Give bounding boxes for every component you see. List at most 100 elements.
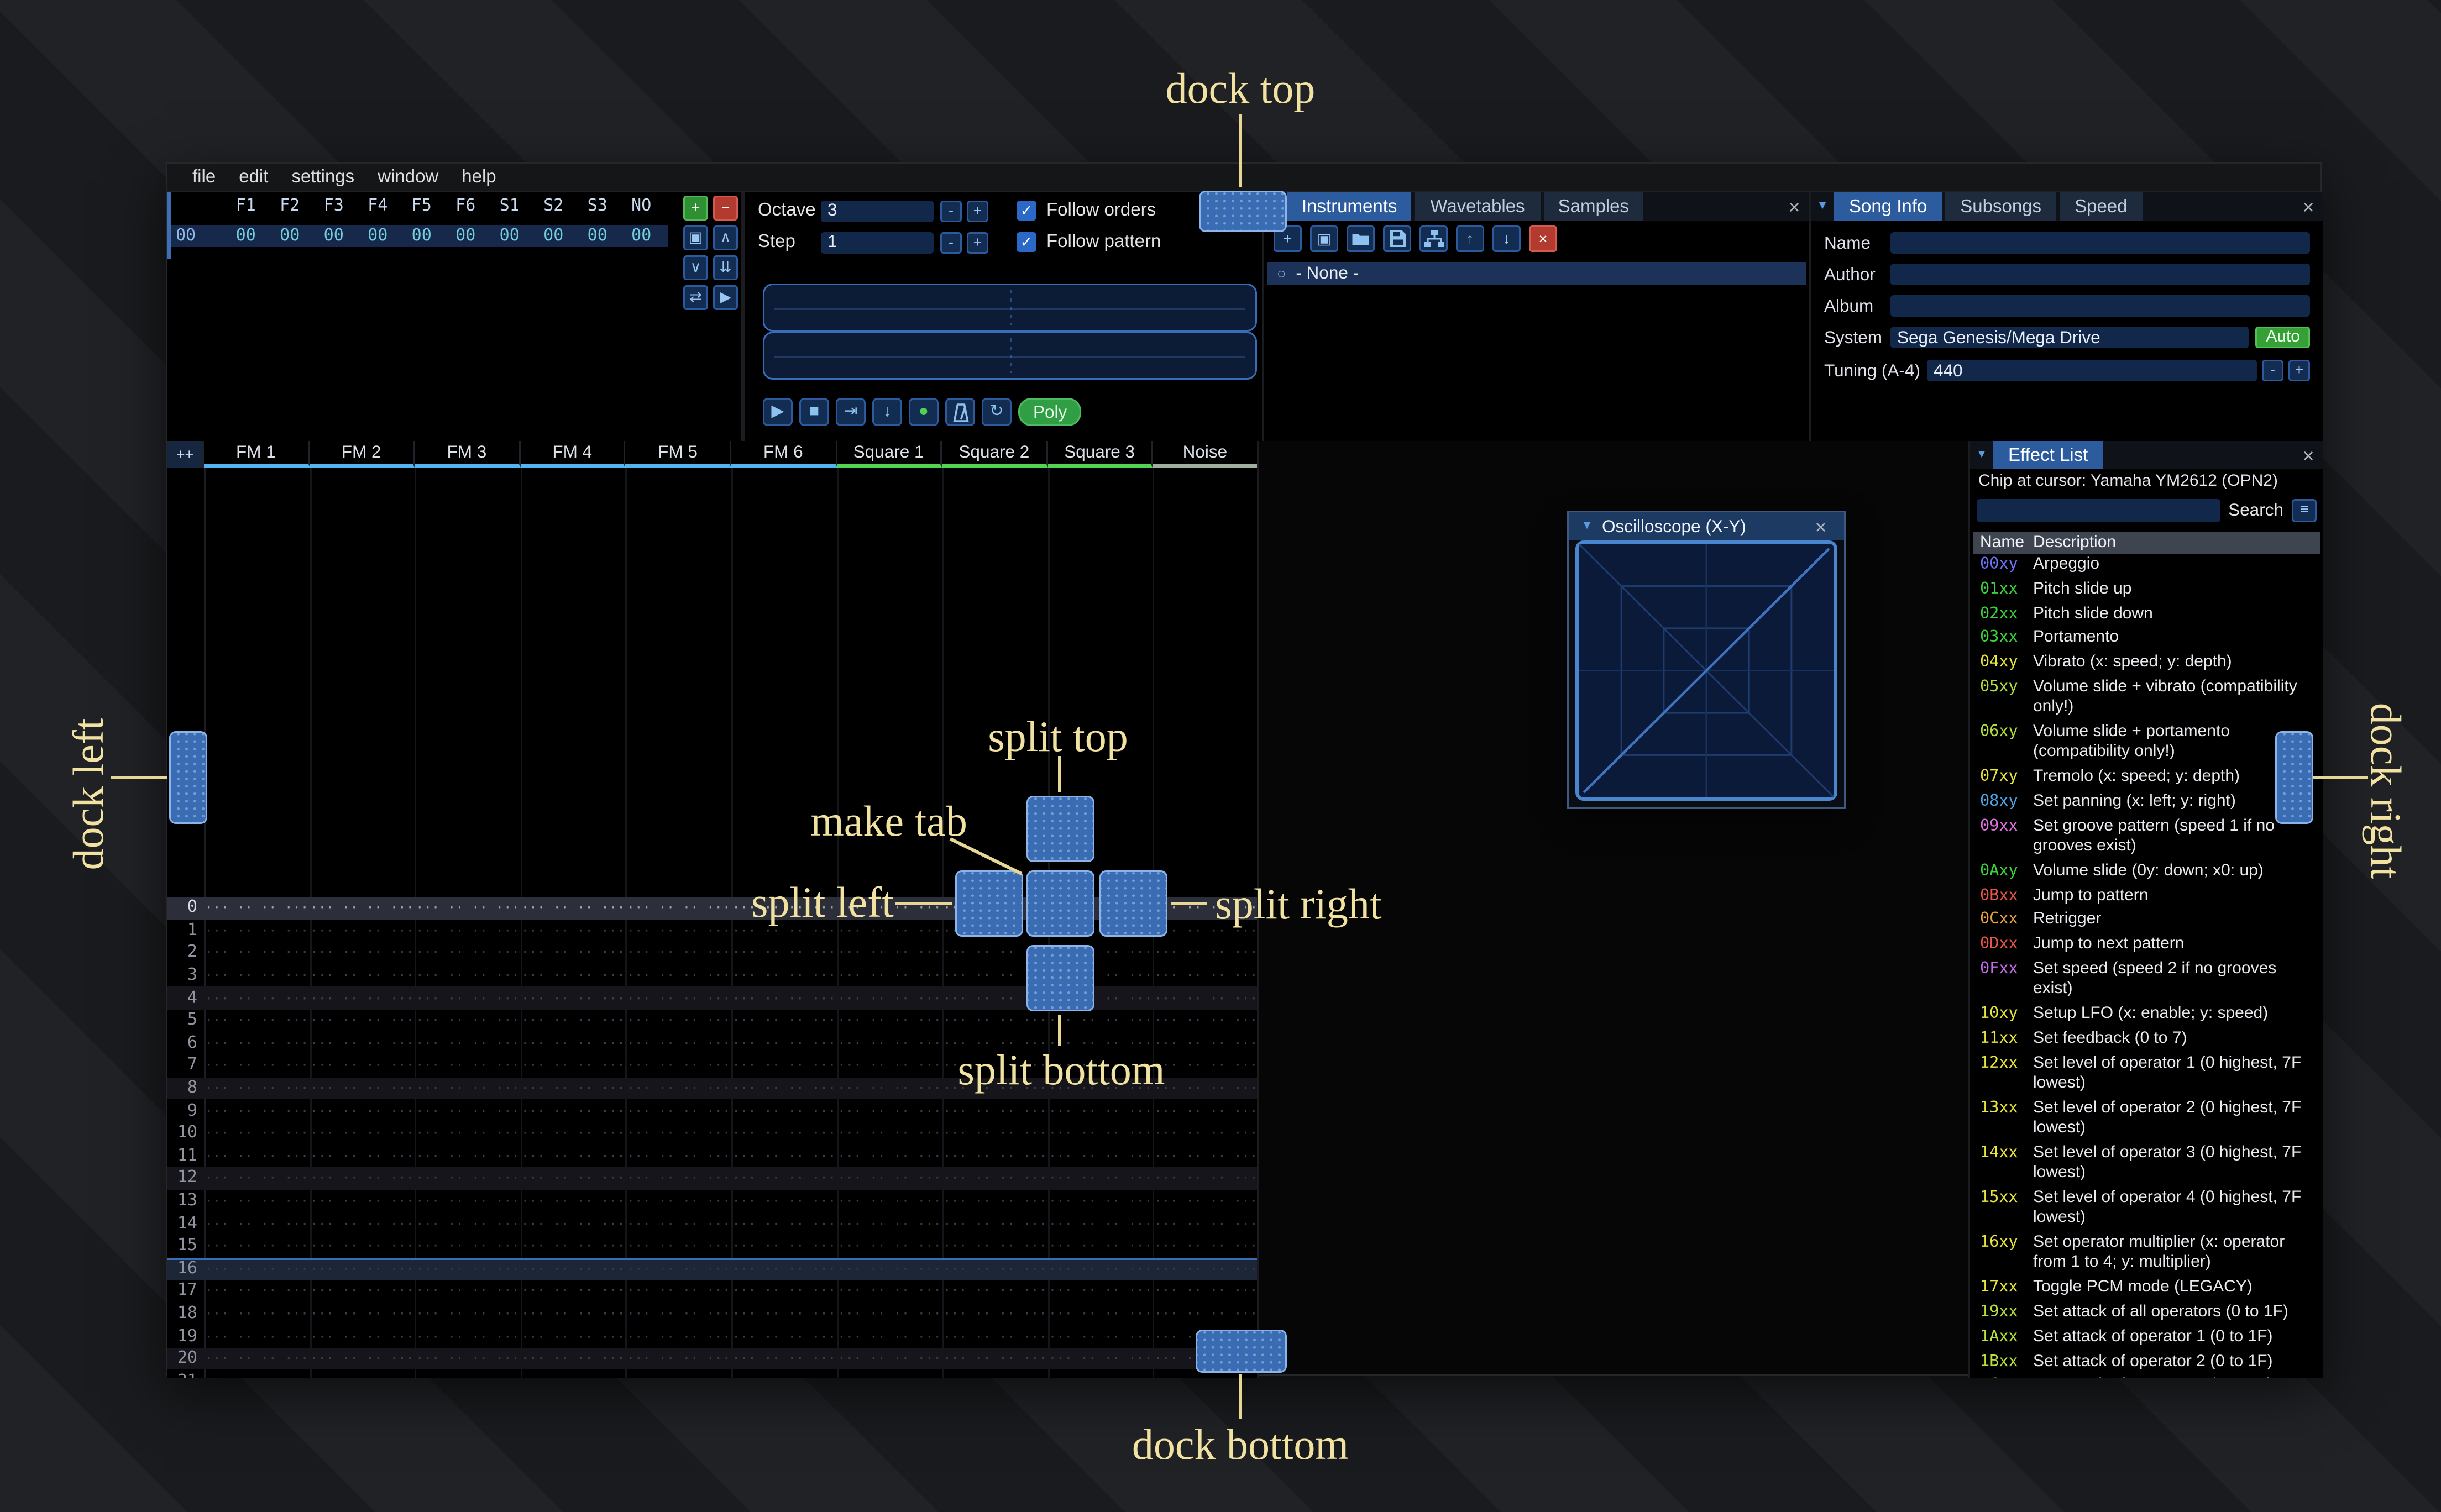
pattern-cell[interactable]: ··· ·· ·· ···	[204, 1306, 310, 1321]
pattern-cell[interactable]: ··· ·· ·· ···	[626, 1352, 731, 1367]
pattern-cell[interactable]: ··· ·· ·· ···	[204, 1329, 310, 1344]
effect-row[interactable]: 1Bxx Set attack of operator 2 (0 to 1F)	[1973, 1351, 2320, 1375]
tab-song-info[interactable]: Song Info	[1834, 192, 1942, 221]
order-cell[interactable]: 00	[400, 227, 444, 245]
pattern-cell[interactable]: ··· ·· ·· ···	[731, 1329, 837, 1344]
order-cell[interactable]: 00	[620, 227, 664, 245]
order-duplicate-end-button[interactable]: ⇊	[713, 255, 738, 280]
tuning-input[interactable]: 440	[1927, 360, 2257, 381]
pattern-cell[interactable]: ··· ·· ·· ···	[731, 1104, 837, 1119]
pattern-cell[interactable]: ··· ·· ·· ···	[310, 901, 415, 916]
pattern-cell[interactable]: ··· ·· ·· ···	[626, 1058, 731, 1073]
pattern-cell[interactable]: ··· ·· ·· ···	[204, 923, 310, 938]
pattern-cell[interactable]: ··· ·· ·· ···	[626, 946, 731, 960]
pattern-cell[interactable]: ··· ·· ·· ···	[310, 1374, 415, 1378]
hamburger-menu-icon[interactable]: ≡	[2292, 498, 2317, 522]
pattern-cell[interactable]: ··· ·· ·· ···	[204, 901, 310, 916]
pattern-cell[interactable]: ··· ·· ·· ···	[942, 1194, 1047, 1209]
pattern-row[interactable]: 15 ··· ·· ·· ··· ··· ·· ·· ··· ··· ·· ··…	[167, 1235, 1257, 1258]
pattern-cell[interactable]: ··· ·· ·· ···	[1153, 1374, 1257, 1378]
pattern-cell[interactable]: ··· ·· ·· ···	[942, 1329, 1047, 1344]
tab-effect-list[interactable]: Effect List	[1993, 441, 2103, 469]
pattern-cell[interactable]: ··· ·· ·· ···	[310, 1036, 415, 1051]
pattern-cell[interactable]: ··· ·· ·· ···	[310, 1306, 415, 1321]
effect-row[interactable]: 04xy Vibrato (x: speed; y: depth)	[1973, 652, 2320, 676]
pattern-cell[interactable]: ··· ·· ·· ···	[204, 1036, 310, 1051]
pattern-cell[interactable]: ··· ·· ·· ···	[731, 1194, 837, 1209]
pattern-cell[interactable]: ··· ·· ·· ···	[310, 1284, 415, 1299]
pattern-cell[interactable]: ··· ·· ·· ···	[837, 968, 942, 983]
pattern-cell[interactable]: ··· ·· ·· ···	[415, 1014, 521, 1028]
pattern-cell[interactable]: ··· ·· ·· ···	[626, 1216, 731, 1231]
pattern-cell[interactable]: ··· ·· ·· ···	[520, 1014, 626, 1028]
dock-bottom-target[interactable]	[1196, 1330, 1287, 1373]
effect-row[interactable]: 03xx Portamento	[1973, 627, 2320, 652]
order-row-index[interactable]: 00	[171, 227, 224, 245]
effect-row[interactable]: 19xx Set attack of all operators (0 to 1…	[1973, 1301, 2320, 1326]
effect-row[interactable]: 17xx Toggle PCM mode (LEGACY)	[1973, 1277, 2320, 1301]
order-cell[interactable]: 00	[444, 227, 488, 245]
play-from-cursor-button[interactable]: ⇥	[836, 398, 866, 426]
pattern-cell[interactable]: ··· ·· ·· ···	[942, 1216, 1047, 1231]
pattern-cell[interactable]: ··· ·· ·· ···	[942, 1148, 1047, 1163]
pattern-cell[interactable]: ··· ·· ·· ···	[415, 1352, 521, 1367]
pattern-cell[interactable]: ··· ·· ·· ···	[204, 1014, 310, 1028]
pattern-cell[interactable]: ··· ·· ·· ···	[520, 968, 626, 983]
pattern-cell[interactable]: ··· ·· ·· ···	[310, 1261, 415, 1276]
pattern-row[interactable]: 13 ··· ·· ·· ··· ··· ·· ·· ··· ··· ·· ··…	[167, 1190, 1257, 1212]
menu-item[interactable]: edit	[227, 167, 280, 187]
instrument-move-down-button[interactable]: ↓	[1492, 225, 1521, 252]
step-increase-button[interactable]: +	[967, 231, 988, 253]
octave-decrease-button[interactable]: -	[940, 200, 962, 222]
pattern-cell[interactable]: ··· ·· ·· ···	[731, 946, 837, 960]
pattern-cell[interactable]: ··· ·· ·· ···	[520, 1239, 626, 1254]
pattern-cell[interactable]: ··· ·· ·· ···	[520, 1126, 626, 1141]
pattern-cell[interactable]: ··· ·· ·· ···	[731, 1261, 837, 1276]
order-duplicate-button[interactable]: ▣	[683, 225, 708, 250]
pattern-cell[interactable]: ··· ·· ·· ···	[204, 991, 310, 1006]
pattern-cell[interactable]: ··· ·· ·· ···	[1153, 1058, 1257, 1073]
order-cell[interactable]: 00	[312, 227, 356, 245]
pattern-cell[interactable]: ··· ·· ·· ···	[1047, 1194, 1153, 1209]
pattern-cell[interactable]: ··· ·· ·· ···	[626, 1261, 731, 1276]
pattern-row[interactable]: 20 ··· ·· ·· ··· ··· ·· ·· ··· ··· ·· ··…	[167, 1347, 1257, 1371]
close-icon[interactable]: ×	[2293, 192, 2323, 221]
pattern-cell[interactable]: ··· ·· ·· ···	[204, 1126, 310, 1141]
pattern-cell[interactable]: ··· ·· ·· ···	[520, 1058, 626, 1073]
pattern-cell[interactable]: ··· ·· ·· ···	[1047, 1284, 1153, 1299]
pattern-cell[interactable]: ··· ·· ·· ···	[942, 1239, 1047, 1254]
pattern-cell[interactable]: ··· ·· ·· ···	[1047, 1239, 1153, 1254]
effect-row[interactable]: 0Axy Volume slide (0y: down; x0: up)	[1973, 860, 2320, 885]
pattern-cell[interactable]: ··· ·· ·· ···	[415, 1239, 521, 1254]
pattern-cell[interactable]: ··· ·· ·· ···	[731, 1148, 837, 1163]
pattern-cell[interactable]: ··· ·· ·· ···	[626, 1194, 731, 1209]
pattern-cell[interactable]: ··· ·· ·· ···	[731, 1014, 837, 1028]
pattern-cell[interactable]: ··· ·· ·· ···	[520, 1329, 626, 1344]
pattern-cell[interactable]: ··· ·· ·· ···	[1153, 1239, 1257, 1254]
pattern-cell[interactable]: ··· ·· ·· ···	[520, 946, 626, 960]
pattern-cell[interactable]: ··· ·· ·· ···	[942, 1171, 1047, 1186]
order-cell[interactable]: 00	[224, 227, 268, 245]
pattern-cell[interactable]: ··· ·· ·· ···	[415, 1194, 521, 1209]
pattern-cell[interactable]: ··· ·· ·· ···	[204, 968, 310, 983]
pattern-cell[interactable]: ··· ·· ·· ···	[837, 991, 942, 1006]
pattern-cell[interactable]: ··· ·· ·· ···	[520, 1194, 626, 1209]
pattern-cell[interactable]: ··· ·· ·· ···	[310, 1216, 415, 1231]
order-change-mode-button[interactable]: ⇄	[683, 285, 708, 310]
tab-subsongs[interactable]: Subsongs	[1945, 192, 2057, 221]
instrument-duplicate-button[interactable]: ▣	[1310, 225, 1338, 252]
pattern-cell[interactable]: ··· ·· ·· ···	[1047, 1216, 1153, 1231]
pattern-cell[interactable]: ··· ·· ·· ···	[204, 1374, 310, 1378]
pattern-cell[interactable]: ··· ·· ·· ···	[520, 1104, 626, 1119]
pattern-cell[interactable]: ··· ·· ·· ···	[731, 1081, 837, 1096]
pattern-cell[interactable]: ··· ·· ·· ···	[626, 1284, 731, 1299]
pattern-cell[interactable]: ··· ·· ·· ···	[942, 1261, 1047, 1276]
pattern-cell[interactable]: ··· ·· ·· ···	[1153, 1261, 1257, 1276]
effect-row[interactable]: 0Bxx Jump to pattern	[1973, 885, 2320, 909]
pattern-cell[interactable]: ··· ·· ·· ···	[204, 1104, 310, 1119]
pattern-row[interactable]: 19 ··· ·· ·· ··· ··· ·· ·· ··· ··· ·· ··…	[167, 1325, 1257, 1348]
dock-right-target[interactable]	[2275, 731, 2313, 824]
effect-row[interactable]: 0Cxx Retrigger	[1973, 909, 2320, 933]
pattern-cell[interactable]: ··· ·· ·· ···	[1153, 1081, 1257, 1096]
pattern-cell[interactable]: ··· ·· ·· ···	[837, 1216, 942, 1231]
